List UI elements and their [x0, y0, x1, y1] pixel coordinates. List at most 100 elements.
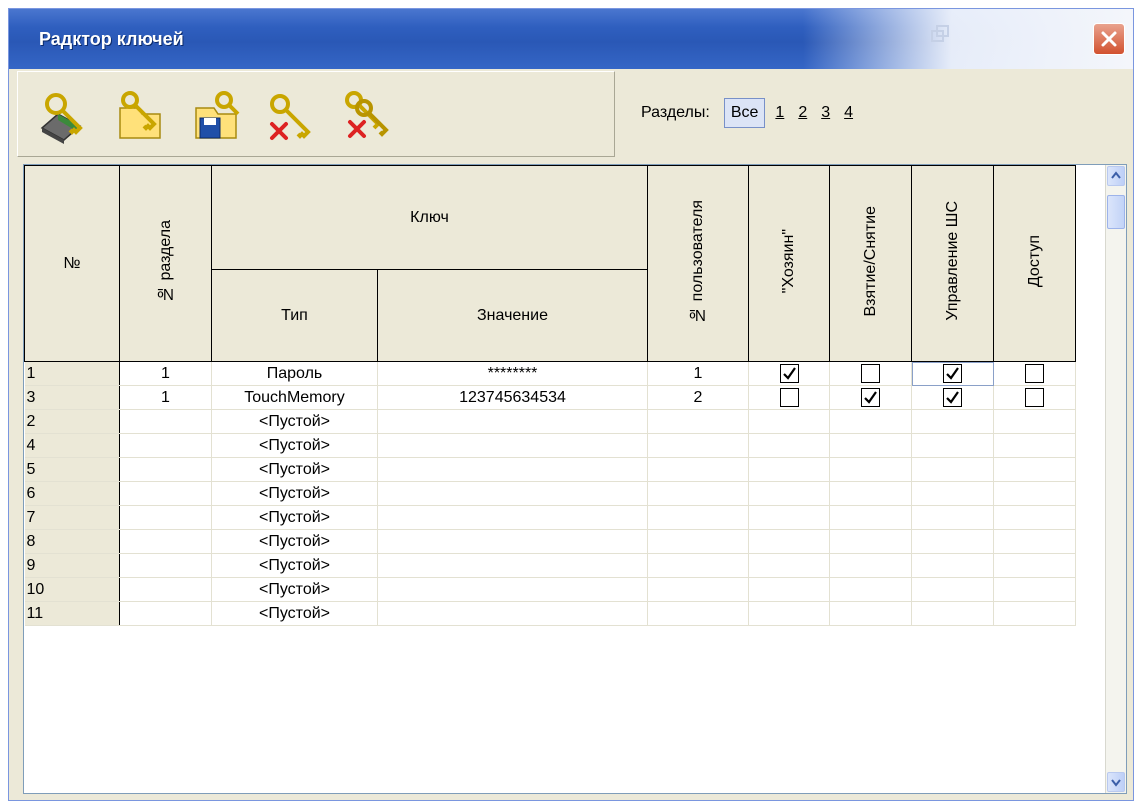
cell-section[interactable]: [119, 457, 212, 482]
access-checkbox[interactable]: [1025, 364, 1044, 383]
cell-type[interactable]: <Пустой>: [211, 529, 378, 554]
cell-type[interactable]: <Пустой>: [211, 433, 378, 458]
cell-owner[interactable]: [748, 385, 830, 410]
arm-checkbox[interactable]: [861, 388, 880, 407]
cell-value[interactable]: [377, 529, 648, 554]
cell-arm[interactable]: [829, 385, 912, 410]
cell-user[interactable]: [647, 409, 749, 434]
header-type[interactable]: Тип: [211, 269, 378, 362]
cell-user[interactable]: [647, 553, 749, 578]
section-link-1[interactable]: 1: [775, 104, 784, 122]
cell-type[interactable]: TouchMemory: [211, 385, 378, 410]
cell-access[interactable]: [993, 553, 1076, 578]
cell-section[interactable]: 1: [119, 361, 212, 386]
cell-value[interactable]: [377, 505, 648, 530]
cell-owner[interactable]: [748, 601, 830, 626]
cell-type[interactable]: <Пустой>: [211, 481, 378, 506]
cell-arm[interactable]: [829, 505, 912, 530]
table-row[interactable]: 2 <Пустой>: [24, 409, 1106, 434]
cell-type[interactable]: <Пустой>: [211, 553, 378, 578]
header-section[interactable]: № раздела: [119, 165, 212, 362]
key-device-button[interactable]: [34, 88, 90, 144]
cell-arm[interactable]: [829, 457, 912, 482]
arm-checkbox[interactable]: [861, 364, 880, 383]
header-key[interactable]: Ключ: [211, 165, 648, 270]
row-number[interactable]: 9: [24, 553, 120, 578]
cell-section[interactable]: [119, 409, 212, 434]
cell-user[interactable]: [647, 505, 749, 530]
header-access[interactable]: Доступ: [993, 165, 1076, 362]
cell-section[interactable]: [119, 577, 212, 602]
cell-control[interactable]: [911, 577, 994, 602]
cell-value[interactable]: [377, 553, 648, 578]
cell-arm[interactable]: [829, 577, 912, 602]
cell-owner[interactable]: [748, 505, 830, 530]
table-row[interactable]: 5 <Пустой>: [24, 457, 1106, 482]
access-checkbox[interactable]: [1025, 388, 1044, 407]
cell-control[interactable]: [911, 385, 994, 410]
cell-user[interactable]: [647, 433, 749, 458]
cell-access[interactable]: [993, 505, 1076, 530]
cell-control[interactable]: [911, 457, 994, 482]
cell-owner[interactable]: [748, 409, 830, 434]
cell-user[interactable]: [647, 529, 749, 554]
cell-access[interactable]: [993, 601, 1076, 626]
cell-arm[interactable]: [829, 433, 912, 458]
cell-owner[interactable]: [748, 577, 830, 602]
cell-owner[interactable]: [748, 361, 830, 386]
scroll-thumb[interactable]: [1107, 195, 1125, 229]
section-link-3[interactable]: 3: [821, 104, 830, 122]
vertical-scrollbar[interactable]: [1105, 165, 1126, 793]
cell-user[interactable]: 1: [647, 361, 749, 386]
cell-owner[interactable]: [748, 433, 830, 458]
restore-button[interactable]: [921, 23, 961, 53]
row-number[interactable]: 4: [24, 433, 120, 458]
table-row[interactable]: 7 <Пустой>: [24, 505, 1106, 530]
cell-value[interactable]: 123745634534: [377, 385, 648, 410]
section-link-2[interactable]: 2: [798, 104, 807, 122]
cell-value[interactable]: ********: [377, 361, 648, 386]
cell-value[interactable]: [377, 457, 648, 482]
cell-type[interactable]: <Пустой>: [211, 457, 378, 482]
cell-section[interactable]: [119, 433, 212, 458]
cell-user[interactable]: [647, 457, 749, 482]
cell-owner[interactable]: [748, 457, 830, 482]
cell-arm[interactable]: [829, 601, 912, 626]
cell-section[interactable]: [119, 481, 212, 506]
cell-owner[interactable]: [748, 481, 830, 506]
row-number[interactable]: 10: [24, 577, 120, 602]
header-owner[interactable]: "Хозяин": [748, 165, 830, 362]
cell-access[interactable]: [993, 577, 1076, 602]
cell-type[interactable]: <Пустой>: [211, 601, 378, 626]
cell-access[interactable]: [993, 457, 1076, 482]
cell-control[interactable]: [911, 409, 994, 434]
cell-arm[interactable]: [829, 361, 912, 386]
row-number[interactable]: 5: [24, 457, 120, 482]
cell-section[interactable]: [119, 505, 212, 530]
cell-type[interactable]: Пароль: [211, 361, 378, 386]
cell-access[interactable]: [993, 529, 1076, 554]
owner-checkbox[interactable]: [779, 364, 799, 383]
header-control[interactable]: Управление ШС: [911, 165, 994, 362]
table-row[interactable]: 1 1 Пароль ******** 1: [24, 361, 1106, 386]
delete-key-button[interactable]: [262, 88, 318, 144]
table-row[interactable]: 10 <Пустой>: [24, 577, 1106, 602]
cell-arm[interactable]: [829, 409, 912, 434]
row-number[interactable]: 1: [24, 361, 120, 386]
cell-arm[interactable]: [829, 481, 912, 506]
save-key-button[interactable]: [186, 88, 242, 144]
cell-control[interactable]: [911, 433, 994, 458]
section-all-button[interactable]: Все: [723, 98, 766, 128]
cell-arm[interactable]: [829, 529, 912, 554]
cell-section[interactable]: [119, 601, 212, 626]
cell-type[interactable]: <Пустой>: [211, 409, 378, 434]
row-number[interactable]: 7: [24, 505, 120, 530]
table-row[interactable]: 8 <Пустой>: [24, 529, 1106, 554]
table-row[interactable]: 11 <Пустой>: [24, 601, 1106, 626]
close-button[interactable]: [1093, 23, 1125, 55]
cell-owner[interactable]: [748, 553, 830, 578]
header-number[interactable]: №: [24, 165, 120, 362]
cell-user[interactable]: [647, 601, 749, 626]
section-link-4[interactable]: 4: [844, 104, 853, 122]
row-number[interactable]: 11: [24, 601, 120, 626]
